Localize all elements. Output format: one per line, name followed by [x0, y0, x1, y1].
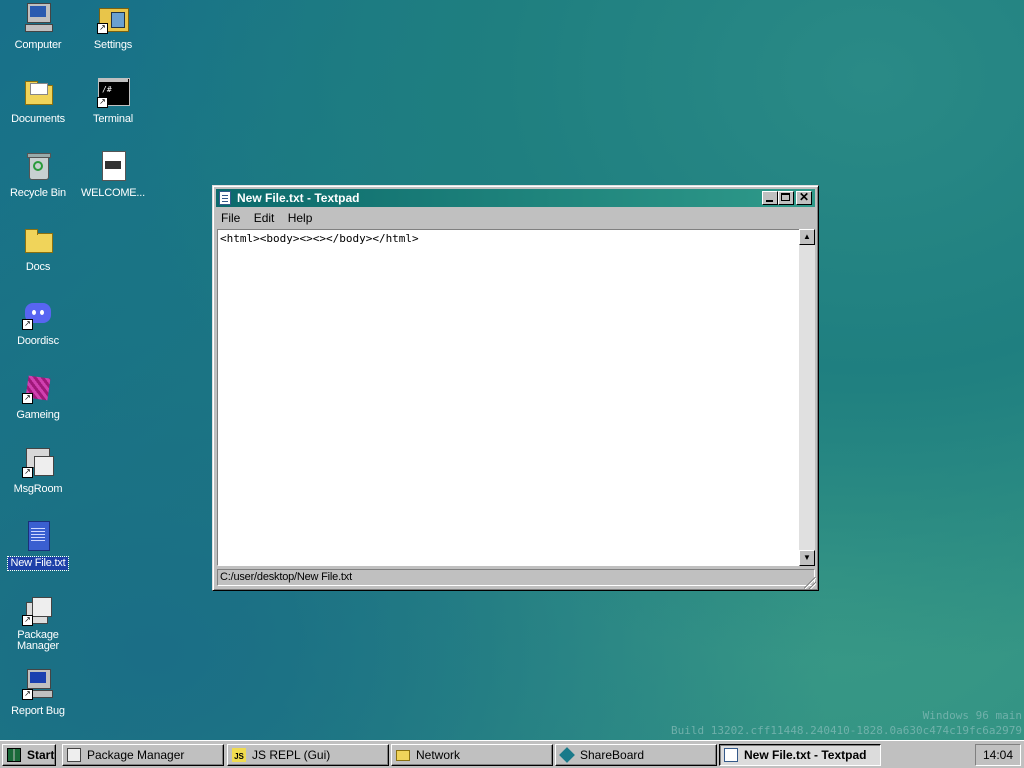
- taskbar-button-network[interactable]: Network: [391, 744, 553, 766]
- file-path: C:/user/desktop/New File.txt: [220, 571, 352, 583]
- minimize-button[interactable]: [762, 191, 778, 205]
- taskbar-button-textpad[interactable]: New File.txt - Textpad: [719, 744, 881, 766]
- desktop-icon-computer[interactable]: Computer: [1, 2, 75, 52]
- text-editor[interactable]: <html><body><><></body></html>: [217, 229, 800, 566]
- start-button[interactable]: Start: [2, 744, 56, 766]
- desktop-icon-package-manager[interactable]: ↗ Package Manager: [1, 594, 75, 653]
- start-logo-icon: [7, 748, 21, 762]
- report-bug-icon: ↗: [22, 668, 54, 700]
- desktop-icon-settings[interactable]: ↗ Settings: [76, 2, 150, 52]
- taskbar-button-label: New File.txt - Textpad: [744, 748, 867, 762]
- gameing-icon: ↗: [22, 372, 54, 404]
- text-file-icon: [22, 520, 54, 552]
- vertical-scrollbar[interactable]: ▲ ▼: [799, 229, 815, 566]
- taskbar: Start Package Manager JS JS REPL (Gui) N…: [0, 740, 1024, 768]
- close-icon: ✕: [798, 190, 810, 204]
- taskbar-button-js-repl[interactable]: JS JS REPL (Gui): [227, 744, 389, 766]
- system-clock[interactable]: 14:04: [975, 744, 1021, 766]
- build-watermark-line2: Build 13202.cff11448.240410-1828.0a630c4…: [671, 724, 1022, 737]
- desktop-icon-docs[interactable]: Docs: [1, 224, 75, 274]
- desktop-icon-label: Recycle Bin: [10, 187, 66, 199]
- msgroom-icon: ↗: [22, 446, 54, 478]
- editor-content[interactable]: <html><body><><></body></html>: [220, 232, 419, 245]
- taskbar-button-shareboard[interactable]: ShareBoard: [555, 744, 717, 766]
- scroll-up-button[interactable]: ▲: [799, 229, 815, 245]
- desktop-icon-new-file[interactable]: New File.txt: [1, 520, 75, 571]
- doordisc-icon: ↗: [22, 298, 54, 330]
- start-label: Start: [27, 748, 55, 762]
- desktop-icon-label: Settings: [93, 39, 133, 51]
- menu-help[interactable]: Help: [283, 209, 318, 227]
- desktop-icon-welcome[interactable]: WELCOME...: [76, 150, 150, 200]
- scroll-down-button[interactable]: ▼: [799, 550, 815, 566]
- terminal-icon: /# ↗: [97, 76, 130, 108]
- menu-edit[interactable]: Edit: [249, 209, 280, 227]
- desktop-icon-recycle-bin[interactable]: Recycle Bin: [1, 150, 75, 200]
- taskbar-button-label: Network: [416, 748, 461, 762]
- folder-icon: [22, 76, 54, 108]
- desktop-icon-label: Docs: [25, 261, 51, 273]
- desktop-icon-label: Package Manager: [16, 629, 59, 652]
- markdown-file-icon: [97, 150, 129, 182]
- close-button[interactable]: ✕: [796, 190, 812, 205]
- resize-grip-icon[interactable]: [804, 577, 816, 589]
- settings-icon: ↗: [97, 2, 129, 34]
- taskbar-button-label: JS REPL (Gui): [252, 748, 331, 762]
- desktop-icon-label: MsgRoom: [13, 483, 63, 495]
- desktop-icon-doordisc[interactable]: ↗ Doordisc: [1, 298, 75, 348]
- desktop-icon-label: New File.txt: [7, 556, 69, 571]
- folder-icon: [22, 224, 54, 256]
- desktop-icon-gameing[interactable]: ↗ Gameing: [1, 372, 75, 422]
- build-watermark-line1: Windows 96 main: [922, 709, 1022, 722]
- recycle-bin-icon: [22, 150, 54, 182]
- window-title: New File.txt - Textpad: [237, 191, 360, 205]
- textpad-icon: [219, 191, 231, 205]
- shareboard-icon: [559, 747, 575, 763]
- status-bar: C:/user/desktop/New File.txt: [217, 569, 815, 586]
- taskbar-button-label: ShareBoard: [580, 748, 645, 762]
- desktop-icon-label: Terminal: [93, 113, 133, 125]
- title-bar[interactable]: New File.txt - Textpad ✕: [216, 189, 815, 207]
- taskbar-button-package-manager[interactable]: Package Manager: [62, 744, 224, 766]
- taskbar-button-label: Package Manager: [87, 748, 185, 762]
- desktop-icon-label: Computer: [14, 39, 62, 51]
- menu-bar: File Edit Help: [216, 209, 815, 227]
- desktop-icon-msgroom[interactable]: ↗ MsgRoom: [1, 446, 75, 496]
- desktop-icon-documents[interactable]: Documents: [1, 76, 75, 126]
- package-icon: [67, 748, 81, 762]
- desktop-icon-terminal[interactable]: /# ↗ Terminal: [76, 76, 150, 126]
- maximize-button[interactable]: [778, 191, 794, 205]
- textpad-icon: [724, 748, 738, 762]
- js-icon: JS: [232, 748, 246, 762]
- package-manager-icon: ↗: [22, 594, 54, 626]
- desktop-icon-label: Doordisc: [17, 335, 59, 347]
- folder-icon: [396, 750, 410, 761]
- menu-file[interactable]: File: [216, 209, 245, 227]
- desktop-icon-report-bug[interactable]: ↗ Report Bug: [1, 668, 75, 718]
- desktop-icon-label: WELCOME...: [80, 187, 145, 199]
- desktop-icon-label: Report Bug: [11, 705, 65, 717]
- desktop-icon-label: Gameing: [16, 409, 60, 421]
- computer-icon: [22, 2, 54, 34]
- desktop-icon-label: Documents: [11, 113, 65, 125]
- textpad-window[interactable]: New File.txt - Textpad ✕ File Edit Help …: [212, 185, 819, 591]
